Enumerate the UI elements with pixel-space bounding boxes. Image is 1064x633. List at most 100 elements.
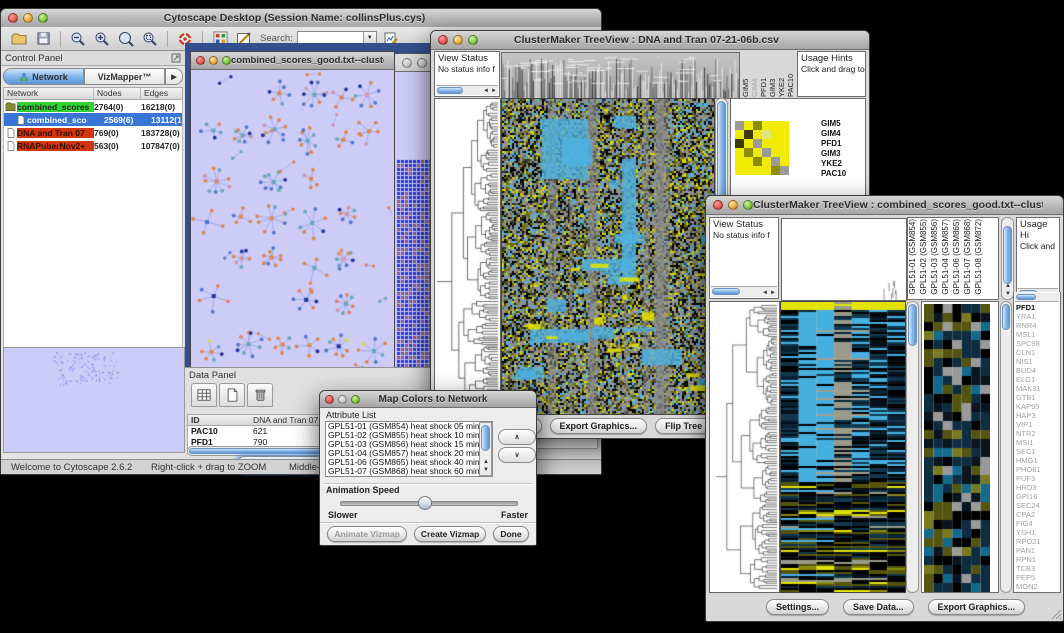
gene-label[interactable]: TCB3 xyxy=(1016,564,1061,573)
column-label[interactable]: YKE2 xyxy=(777,52,786,97)
network-canvas-1[interactable] xyxy=(191,70,392,373)
gene-label[interactable]: PAC10 xyxy=(821,169,866,179)
close-button[interactable] xyxy=(402,58,412,68)
submatrix-cell[interactable] xyxy=(780,166,789,175)
network-list-row[interactable]: combined_sco2569(6)13112(15) xyxy=(4,113,182,126)
treeview2-heatmap[interactable] xyxy=(780,301,906,593)
submatrix-cell[interactable] xyxy=(753,130,762,139)
submatrix-cell[interactable] xyxy=(780,139,789,148)
column-label[interactable]: GPL51-03 (GSM856) xyxy=(930,219,941,295)
float-panel-icon[interactable] xyxy=(171,53,181,63)
done-button[interactable]: Done xyxy=(493,526,528,542)
network-list-row[interactable]: RNAPuberNov2+563(0)107847(0) xyxy=(4,139,182,152)
minimize-button[interactable] xyxy=(209,56,218,65)
attribute-list-item[interactable]: GPL51-07 (GSM868) heat shock 60 min xyxy=(326,467,492,476)
submatrix-cell[interactable] xyxy=(780,148,789,157)
submatrix-cell[interactable] xyxy=(780,157,789,166)
gene-label[interactable]: NIS1 xyxy=(1016,357,1061,366)
gene-label[interactable]: PFD1 xyxy=(821,139,866,149)
column-label[interactable]: PAC10 xyxy=(786,52,795,97)
dialog-titlebar[interactable]: Map Colors to Network xyxy=(320,391,536,408)
treeview2-collabel-vscrollbar-thumb[interactable] xyxy=(1003,226,1012,284)
gene-label[interactable]: VIP1 xyxy=(1016,420,1061,429)
treeview1-yellow-submatrix[interactable] xyxy=(735,121,789,175)
gene-label[interactable]: BUD4 xyxy=(1016,366,1061,375)
save-button[interactable] xyxy=(33,30,53,48)
gene-label[interactable]: HRD3 xyxy=(1016,483,1061,492)
main-titlebar[interactable]: Cytoscape Desktop (Session Name: collins… xyxy=(1,9,601,28)
gene-label[interactable]: YRA1 xyxy=(1016,312,1061,321)
submatrix-cell[interactable] xyxy=(753,157,762,166)
column-label[interactable]: GIM3 xyxy=(768,52,777,97)
gene-label[interactable]: RPN1 xyxy=(1016,555,1061,564)
zoom-button[interactable] xyxy=(38,13,48,23)
treeview1-gene-labels[interactable]: GIM5GIM4PFD1GIM3YKE2PAC10 xyxy=(819,119,866,179)
gene-label[interactable]: YKE2 xyxy=(821,159,866,169)
treeview2-collabel-vscrollbar[interactable]: ▲ ▼ xyxy=(1001,217,1014,300)
scroll-right-arrow[interactable]: ► xyxy=(491,87,497,95)
treeview2-action-button[interactable]: Export Graphics... xyxy=(928,599,1026,615)
close-button[interactable] xyxy=(438,35,448,45)
submatrix-cell[interactable] xyxy=(735,157,744,166)
gene-label[interactable]: CPA2 xyxy=(1016,510,1061,519)
network-list-row[interactable]: DNA and Tran 07769(0)183728(0) xyxy=(4,126,182,139)
network-name[interactable]: combined_scores xyxy=(17,102,94,112)
attribute-list-vscrollbar-thumb[interactable] xyxy=(481,425,490,451)
close-button[interactable] xyxy=(196,56,205,65)
zoom-selected-button[interactable] xyxy=(140,30,160,48)
submatrix-cell[interactable] xyxy=(762,130,771,139)
treeview2-column-labels[interactable]: GPL51-01 (GSM854)GPL51-02 (GSM855)GPL51-… xyxy=(908,218,998,295)
minimize-button[interactable] xyxy=(417,58,427,68)
close-button[interactable] xyxy=(8,13,18,23)
submatrix-cell[interactable] xyxy=(753,166,762,175)
gene-label[interactable]: ELG1 xyxy=(1016,375,1061,384)
scroll-right-arrow[interactable]: ► xyxy=(770,289,776,297)
treeview1-column-labels[interactable]: GIM5GIM4PFD1GIM3YKE2PAC10 xyxy=(741,52,795,97)
gene-label[interactable]: RNR4 xyxy=(1016,321,1061,330)
gene-label[interactable]: GTB1 xyxy=(1016,393,1061,402)
submatrix-cell[interactable] xyxy=(780,130,789,139)
treeview1-titlebar[interactable]: ClusterMaker TreeView : DNA and Tran 07-… xyxy=(431,31,869,50)
column-label[interactable]: GPL51-01 (GSM854) xyxy=(908,219,919,295)
zoom-button[interactable] xyxy=(351,395,360,404)
treeview2-zoom-vscrollbar[interactable] xyxy=(1000,301,1012,593)
gene-label[interactable]: PAN1 xyxy=(1016,546,1061,555)
data-col-id[interactable]: ID xyxy=(188,415,250,425)
submatrix-cell[interactable] xyxy=(771,166,780,175)
treeview1-column-dendrogram[interactable] xyxy=(501,52,740,99)
animation-speed-slider-thumb[interactable] xyxy=(418,496,432,510)
close-button[interactable] xyxy=(713,200,723,210)
submatrix-cell[interactable] xyxy=(735,121,744,130)
treeview2-vscrollbar[interactable] xyxy=(906,301,919,593)
network-name[interactable]: DNA and Tran 07 xyxy=(17,128,94,138)
submatrix-cell[interactable] xyxy=(735,166,744,175)
treeview2-gene-labels[interactable]: PFD1YRA1RNR4MSL1SPC98CLN1NIS1BUD4ELG1MAK… xyxy=(1014,303,1061,591)
scroll-up-arrow[interactable]: ▲ xyxy=(1005,282,1011,290)
delete-attribute-button[interactable] xyxy=(247,383,273,407)
submatrix-cell[interactable] xyxy=(735,148,744,157)
submatrix-cell[interactable] xyxy=(744,139,753,148)
gene-list-hscrollbar-thumb[interactable] xyxy=(1016,294,1036,300)
column-label[interactable]: GPL51-02 (GSM855) xyxy=(919,219,930,295)
treeview2-column-dendrogram[interactable] xyxy=(781,218,907,301)
network-name[interactable]: RNAPuberNov2+ xyxy=(17,141,94,151)
network-name[interactable]: combined_sco xyxy=(27,115,104,125)
col-network[interactable]: Network xyxy=(4,88,94,99)
move-down-button[interactable]: ∨ xyxy=(498,447,536,463)
gene-label[interactable]: MSL1 xyxy=(1016,330,1061,339)
gene-label[interactable]: RPO21 xyxy=(1016,537,1061,546)
gene-label[interactable]: GIM4 xyxy=(821,129,866,139)
gene-label[interactable]: NTR2 xyxy=(1016,429,1061,438)
zoom-in-button[interactable] xyxy=(92,30,112,48)
submatrix-cell[interactable] xyxy=(762,121,771,130)
attribute-list-vscrollbar[interactable]: ▲ ▼ xyxy=(479,422,492,476)
close-button[interactable] xyxy=(325,395,334,404)
column-label[interactable]: GIM5 xyxy=(741,52,750,97)
submatrix-cell[interactable] xyxy=(762,157,771,166)
treeview2-zoom-vscrollbar-thumb[interactable] xyxy=(1002,304,1010,330)
gene-label[interactable]: YSH1 xyxy=(1016,528,1061,537)
treeview2-vscrollbar-thumb[interactable] xyxy=(908,304,917,346)
submatrix-cell[interactable] xyxy=(744,157,753,166)
submatrix-cell[interactable] xyxy=(753,121,762,130)
scroll-down-arrow[interactable]: ▼ xyxy=(1005,290,1011,298)
